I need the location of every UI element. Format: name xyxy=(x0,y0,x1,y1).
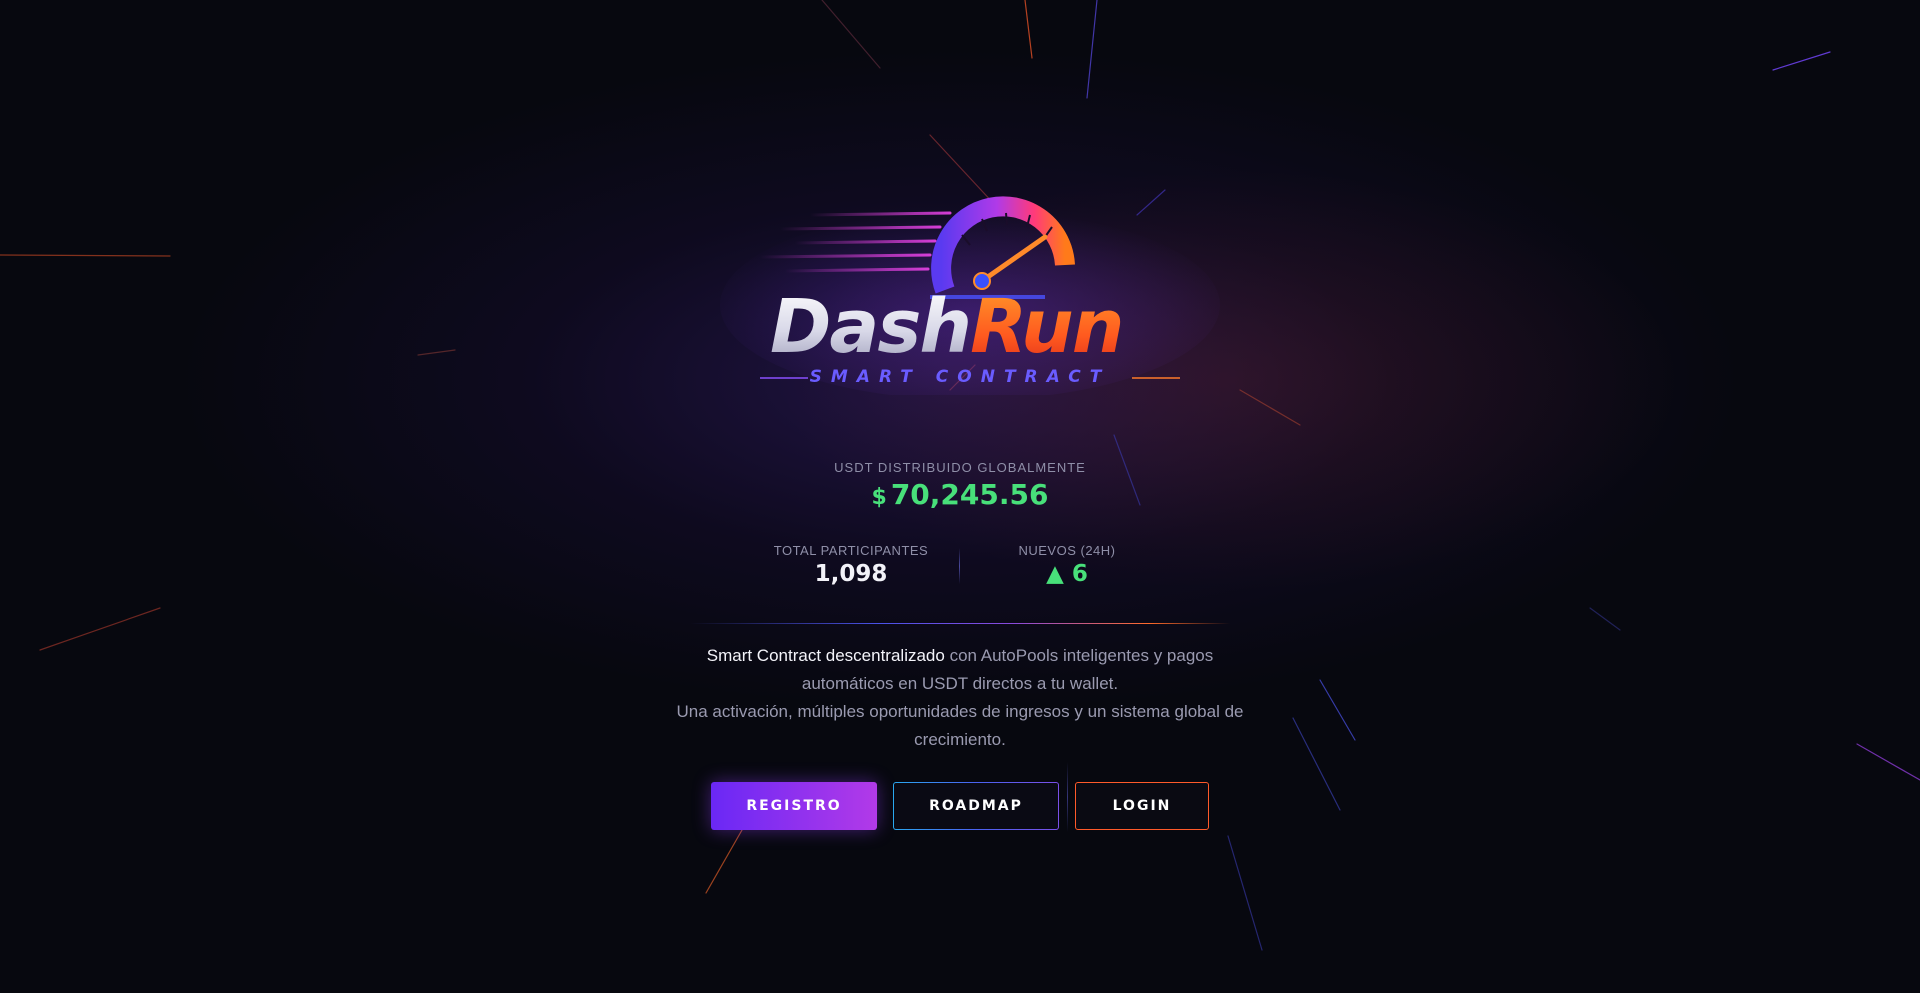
brand-name-run: Run xyxy=(970,284,1124,370)
global-distributed-value: $70,245.56 xyxy=(760,478,1160,511)
participants-stat: TOTAL PARTICIPANTES 1,098 xyxy=(741,543,961,587)
section-divider xyxy=(690,623,1230,624)
hero-section: DashRun SMART CONTRACT USDT DISTRIBUIDO … xyxy=(0,0,1920,993)
participants-value: 1,098 xyxy=(814,561,888,587)
description-line-1: Smart Contract descentralizado con AutoP… xyxy=(660,642,1260,698)
brand-wordmark: DashRun SMART CONTRACT xyxy=(700,195,1220,395)
global-distributed-label: USDT DISTRIBUIDO GLOBALMENTE xyxy=(834,460,1086,475)
new-24h-stat: NUEVOS (24H) ▲ 6 xyxy=(957,543,1177,587)
brand-name-dash: Dash xyxy=(770,284,972,370)
new-24h-label: NUEVOS (24H) xyxy=(1018,543,1116,558)
login-button[interactable]: LOGIN xyxy=(1075,782,1209,830)
currency-symbol: $ xyxy=(871,485,887,510)
participants-label: TOTAL PARTICIPANTES xyxy=(773,543,929,558)
brand-logo: DashRun SMART CONTRACT xyxy=(700,195,1220,395)
registro-button[interactable]: REGISTRO xyxy=(711,782,877,830)
brand-name: DashRun xyxy=(770,284,1124,370)
landing-page: DashRun SMART CONTRACT USDT DISTRIBUIDO … xyxy=(0,0,1920,993)
roadmap-button[interactable]: ROADMAP xyxy=(893,782,1059,830)
description-line-2: Una activación, múltiples oportunidades … xyxy=(676,702,1244,749)
new-24h-value: ▲ 6 xyxy=(1046,561,1088,587)
description-highlight: Smart Contract descentralizado xyxy=(706,646,945,665)
hero-description: Smart Contract descentralizado con AutoP… xyxy=(660,642,1260,754)
button-separator xyxy=(1067,762,1068,832)
brand-tagline: SMART CONTRACT xyxy=(809,367,1111,387)
global-distributed-amount: 70,245.56 xyxy=(890,478,1049,511)
